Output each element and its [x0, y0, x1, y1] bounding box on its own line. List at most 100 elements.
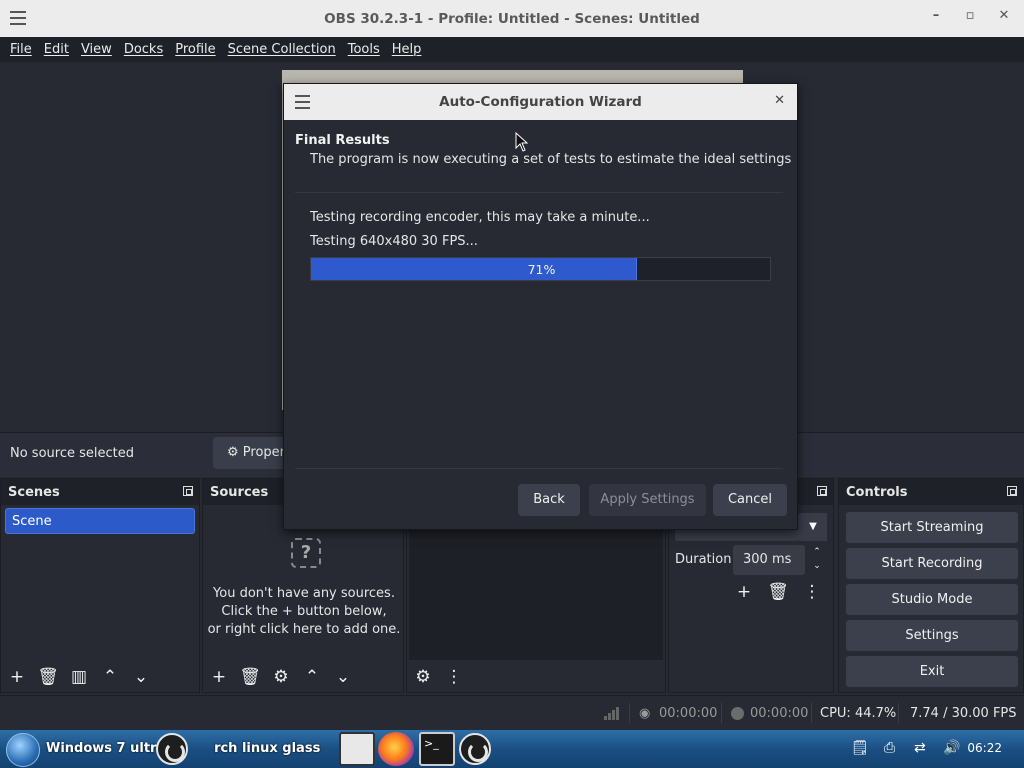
duration-label: Duration [675, 552, 732, 567]
menu-tools[interactable]: Tools [342, 42, 386, 57]
maximize-button[interactable]: ▫ [960, 8, 980, 23]
empty-line-2: Click the + button below, [221, 604, 387, 619]
gear-icon: ⚙ [273, 667, 289, 687]
start-button[interactable] [6, 733, 40, 767]
mixer-menu-button[interactable]: ⋮ [443, 666, 465, 688]
cancel-button[interactable]: Cancel [713, 484, 787, 516]
empty-line-1: You don't have any sources. [213, 586, 395, 601]
menu-docks[interactable]: Docks [118, 42, 169, 57]
kebab-icon: ⋮ [803, 582, 821, 602]
wizard-titlebar: Auto-Configuration Wizard ✕ [284, 84, 797, 120]
undock-icon[interactable] [817, 486, 827, 496]
controls-dock-header: Controls [839, 479, 1023, 505]
auto-config-wizard-dialog: Auto-Configuration Wizard ✕ Final Result… [283, 83, 798, 530]
menu-scene-collection[interactable]: Scene Collection [222, 42, 342, 57]
fps-readout: 7.74 / 30.00 FPS [910, 706, 1017, 721]
volume-icon[interactable]: 🔊 [943, 740, 960, 756]
wizard-status-message: Testing recording encoder, this may take… [310, 210, 650, 225]
add-scene-button[interactable]: + [6, 666, 28, 688]
menu-profile[interactable]: Profile [169, 42, 221, 57]
menu-help[interactable]: Help [386, 42, 428, 57]
wizard-close-button[interactable]: ✕ [774, 93, 785, 108]
move-source-up-button[interactable]: ⌃ [301, 666, 323, 688]
window-title: OBS 30.2.3-1 - Profile: Untitled - Scene… [324, 10, 700, 27]
exit-button[interactable]: Exit [846, 656, 1018, 687]
notes-icon[interactable]: 🗒 [851, 740, 869, 756]
taskbar: Windows 7 ultra Lrch linux glass >_ 🗒 ⎙ … [0, 730, 1024, 768]
scenes-dock: Scenes Scene + 🗑 ▥ ⌃ ⌄ [0, 478, 200, 693]
progress-bar: 71% [310, 257, 771, 281]
studio-mode-button[interactable]: Studio Mode [846, 584, 1018, 615]
duration-spinner[interactable]: ⌃ ⌄ [810, 545, 824, 573]
obs-taskbar-icon[interactable] [156, 733, 188, 765]
terminal-icon[interactable]: >_ [419, 732, 455, 766]
cpu-usage: CPU: 44.7% [820, 706, 897, 721]
progress-label: 71% [527, 262, 556, 277]
controls-title: Controls [846, 484, 908, 500]
minimize-button[interactable]: – [926, 8, 946, 23]
close-button[interactable]: ✕ [994, 8, 1014, 23]
undock-icon[interactable] [1007, 486, 1017, 496]
clock[interactable]: 06:22 [967, 741, 1002, 755]
printer-icon[interactable]: ⎙ [884, 740, 895, 756]
mouse-cursor-icon [515, 132, 529, 152]
menu-file[interactable]: File [4, 42, 38, 57]
controls-dock: Controls Start Streaming Start Recording… [838, 478, 1024, 693]
window-menu-icon[interactable] [10, 11, 26, 25]
no-source-label: No source selected [10, 446, 134, 461]
scene-list-item[interactable]: Scene [5, 508, 195, 534]
start-streaming-button[interactable]: Start Streaming [846, 512, 1018, 543]
empty-line-3: or right click here to add one. [207, 622, 401, 637]
wizard-menu-icon[interactable] [295, 95, 310, 113]
stream-icon: ◉ [639, 706, 651, 721]
kebab-icon: ⋮ [445, 667, 463, 687]
scenes-title: Scenes [8, 484, 60, 500]
add-transition-button[interactable]: + [733, 581, 755, 603]
properties-label: Proper [242, 445, 286, 460]
remove-source-button[interactable]: 🗑 [239, 666, 261, 688]
scene-filters-button[interactable]: ▥ [68, 666, 90, 688]
record-time: 00:00:00 [750, 706, 809, 721]
status-bar: ◉ 00:00:00 00:00:00 CPU: 44.7% 7.74 / 30… [0, 695, 1024, 730]
sources-empty-message: You don't have any sources. Click the + … [203, 585, 405, 639]
undock-icon[interactable] [183, 486, 193, 496]
chevron-down-icon[interactable]: ▼ [799, 513, 827, 541]
menu-edit[interactable]: Edit [38, 42, 75, 57]
filter-icon: ▥ [70, 667, 88, 687]
firefox-icon[interactable] [378, 732, 414, 766]
trash-icon: 🗑 [37, 667, 59, 687]
gear-icon: ⚙ [227, 445, 239, 460]
source-properties-button[interactable]: ⚙ [270, 666, 292, 688]
properties-button[interactable]: ⚙ Proper [213, 437, 288, 469]
taskbar-title-tail: rch linux glass [214, 741, 321, 756]
trash-icon: 🗑 [767, 582, 789, 602]
divider [295, 468, 783, 469]
file-manager-icon[interactable] [339, 732, 375, 766]
remove-transition-button[interactable]: 🗑 [767, 581, 789, 603]
duration-input[interactable]: 300 ms [733, 545, 805, 575]
wizard-heading: Final Results [295, 133, 390, 148]
wizard-title: Auto-Configuration Wizard [439, 94, 642, 110]
network-icon[interactable]: ⇄ [914, 740, 926, 756]
window-titlebar: OBS 30.2.3-1 - Profile: Untitled - Scene… [0, 0, 1024, 37]
stream-time: 00:00:00 [659, 706, 718, 721]
move-source-down-button[interactable]: ⌄ [332, 666, 354, 688]
add-source-button[interactable]: + [208, 666, 230, 688]
move-scene-up-button[interactable]: ⌃ [99, 666, 121, 688]
start-recording-button[interactable]: Start Recording [846, 548, 1018, 579]
question-icon: ? [291, 538, 321, 568]
mixer-settings-button[interactable]: ⚙ [412, 666, 434, 688]
record-icon [731, 707, 744, 720]
obs-app-icon[interactable] [459, 733, 491, 765]
menu-view[interactable]: View [75, 42, 118, 57]
transition-menu-button[interactable]: ⋮ [801, 581, 823, 603]
apply-settings-button[interactable]: Apply Settings [589, 484, 706, 516]
trash-icon: 🗑 [239, 667, 261, 687]
back-button[interactable]: Back [518, 484, 580, 516]
gears-icon: ⚙ [415, 667, 431, 687]
remove-scene-button[interactable]: 🗑 [37, 666, 59, 688]
divider [295, 192, 783, 193]
settings-button[interactable]: Settings [846, 620, 1018, 651]
signal-bars-icon [604, 707, 621, 720]
move-scene-down-button[interactable]: ⌄ [130, 666, 152, 688]
